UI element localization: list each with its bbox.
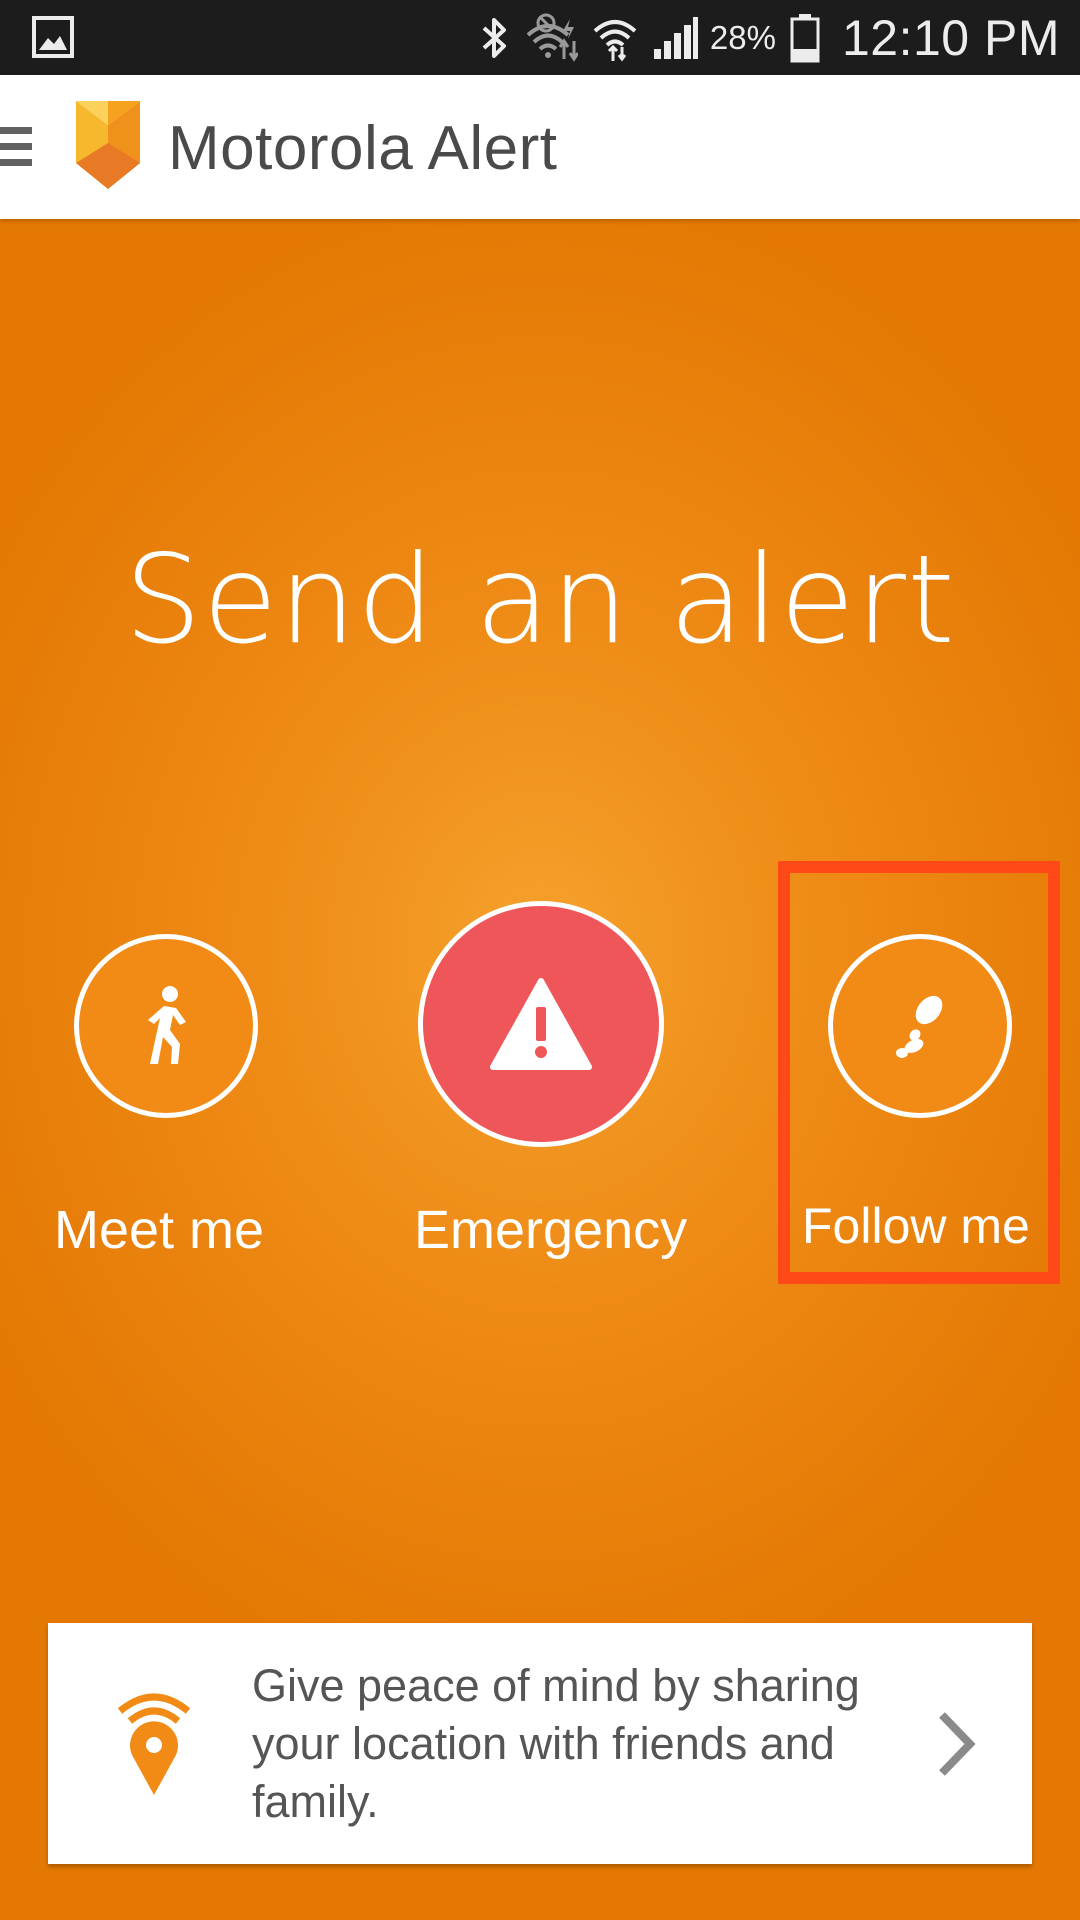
hamburger-menu-icon[interactable] — [0, 127, 32, 167]
signal-icon — [653, 16, 698, 59]
meet-me-label[interactable]: Meet me — [54, 1199, 264, 1261]
clock: 12:10 PM — [841, 9, 1060, 66]
follow-me-highlight — [778, 861, 1060, 1284]
app-title: Motorola Alert — [168, 114, 558, 183]
wifi-off-icon — [526, 13, 578, 62]
walking-person-icon — [148, 986, 186, 1064]
main-content: Send an alert Meet me Emergency Follow m… — [0, 219, 1080, 1920]
emergency-button[interactable] — [418, 901, 664, 1147]
status-bar: 28% 12:10 PM — [0, 0, 1080, 75]
battery-percentage: 28% — [709, 18, 776, 56]
page-headline: Send an alert — [124, 529, 956, 671]
battery-icon — [790, 13, 820, 62]
gallery-icon — [32, 16, 74, 58]
app-bar: Motorola Alert — [0, 75, 1080, 219]
warning-triangle-icon — [490, 978, 592, 1070]
emergency-label[interactable]: Emergency — [414, 1199, 687, 1261]
motorola-alert-logo[interactable] — [72, 97, 144, 193]
screen: 28% 12:10 PM Motorola Alert Send an aler… — [0, 0, 1080, 1920]
wifi-icon — [593, 19, 637, 61]
status-icons: 28% 12:10 PM — [466, 0, 1060, 75]
meet-me-button[interactable] — [74, 934, 258, 1118]
share-location-text: Give peace of mind by sharing your locat… — [252, 1660, 860, 1827]
location-broadcast-icon — [117, 1693, 191, 1795]
chevron-right-icon[interactable] — [936, 1711, 976, 1777]
bluetooth-icon — [482, 17, 506, 58]
share-location-card[interactable]: Give peace of mind by sharing your locat… — [48, 1623, 1032, 1864]
